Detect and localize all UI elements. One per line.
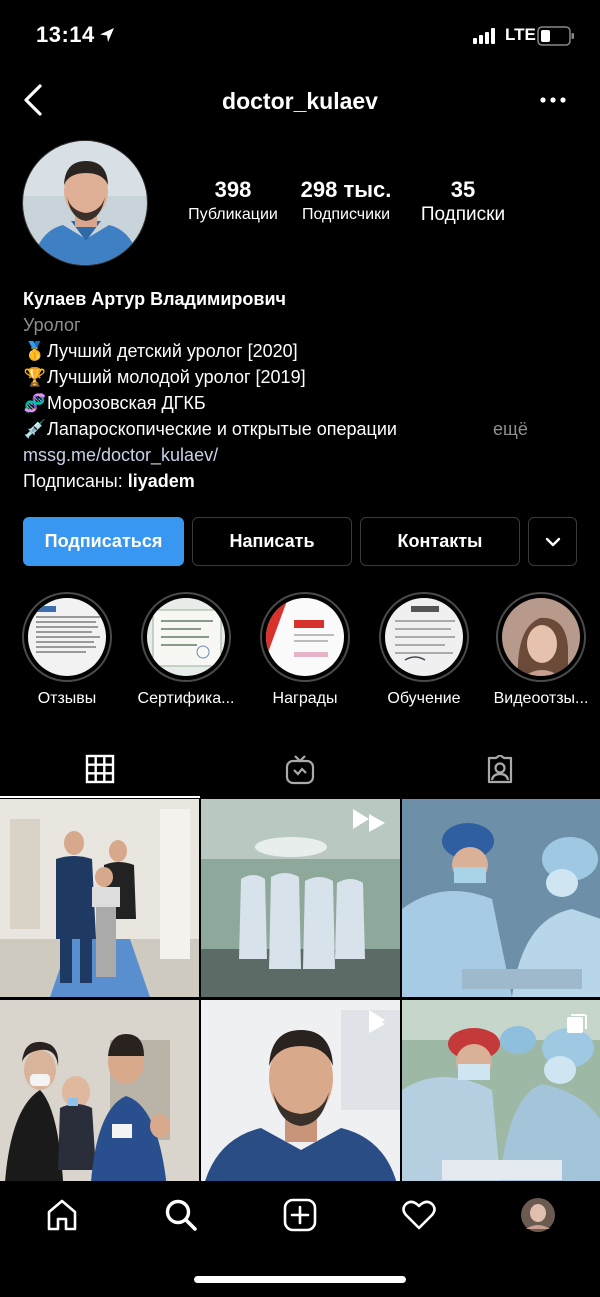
bio-line-text: Лучший детский уролог [2020] [47,341,298,361]
medal-emoji-icon: 🥇 [23,341,47,361]
nav-activity[interactable] [399,1195,439,1235]
status-bar: 13:14 LTE [0,0,600,70]
bio-line-text: Морозовская ДГКБ [47,393,206,413]
nav-profile[interactable] [518,1195,558,1235]
grid-icon [85,754,115,784]
stat-posts-count: 398 [214,177,252,202]
stat-followers-label: Подписчики [301,206,390,223]
heart-icon [402,1200,436,1230]
highlight-video-reviews[interactable]: Видеоотзы... [486,592,596,708]
suggested-dropdown-button[interactable] [528,517,577,566]
nav-home[interactable] [42,1195,82,1235]
highlight-reviews[interactable]: Отзывы [12,592,122,708]
tab-igtv[interactable] [200,742,400,798]
profile-bio: Кулаев Артур Владимирович Уролог 🥇Лучший… [23,286,583,494]
syringe-emoji-icon: 💉 [23,419,47,439]
post-thumbnail[interactable] [201,799,400,997]
carousel-icon [567,1014,587,1033]
bio-line: 🥇Лучший детский уролог [2020] [23,338,583,364]
stat-following[interactable]: 35 Подписки [408,176,518,226]
battery-icon [537,26,574,46]
more-options-icon[interactable] [538,92,568,108]
stat-followers[interactable]: 298 тыс. Подписчики [288,176,404,226]
followed-by[interactable]: Подписаны: liyadem [23,468,583,494]
bio-more-link[interactable]: ещё [493,416,528,442]
dna-emoji-icon: 🧬 [23,393,47,413]
bio-line: 💉Лапароскопические и открытые операции ещ… [23,416,583,442]
post-thumbnail[interactable] [0,799,199,997]
home-icon [47,1199,77,1231]
nav-search[interactable] [161,1195,201,1235]
bio-line-text: Лапароскопические и открытые операции [47,419,397,439]
highlight-awards[interactable]: Награды [250,592,360,708]
highlight-label: Отзывы [37,690,97,707]
stat-posts[interactable]: 398 Публикации [170,176,296,226]
highlight-cover [496,592,586,682]
location-arrow-icon [100,28,114,42]
nav-new-post[interactable] [280,1195,320,1235]
signal-icon [473,28,495,44]
bio-line: 🧬Морозовская ДГКБ [23,390,583,416]
profile-avatar-icon [521,1198,555,1232]
profile-stats: 398 Публикации 298 тыс. Подписчики 35 По… [170,176,520,236]
profile-tabs [0,742,600,798]
igtv-icon [285,755,315,785]
stat-followers-count: 298 тыс. [300,177,392,202]
post-thumbnail[interactable] [0,1000,199,1198]
highlight-education[interactable]: Обучение [369,592,479,708]
highlight-cover [141,592,231,682]
search-icon [165,1199,197,1231]
follow-button[interactable]: Подписаться [23,517,184,566]
stat-posts-label: Публикации [188,206,278,223]
followed-by-prefix: Подписаны: [23,471,128,491]
highlight-cover [22,592,112,682]
status-time: 13:14 [36,22,95,47]
profile-username: doctor_kulaev [222,88,378,114]
post-thumbnail[interactable] [402,799,600,997]
network-type: LTE [505,25,536,44]
post-thumbnail[interactable] [402,1000,600,1198]
video-icon [369,1015,385,1033]
add-post-icon [283,1198,317,1232]
followed-by-user: liyadem [127,471,195,491]
message-button[interactable]: Написать [192,517,352,566]
tab-grid[interactable] [0,742,200,798]
bio-website-link[interactable]: mssg.me/doctor_kulaev/ [23,442,583,468]
highlight-label: Награды [272,690,338,707]
stat-following-count: 35 [450,177,476,202]
highlight-cover [260,592,350,682]
highlight-label: Сертифика... [137,690,235,707]
profile-header: doctor_kulaev [0,70,600,134]
chevron-down-icon [545,537,560,546]
bio-line: 🏆Лучший молодой уролог [2019] [23,364,583,390]
post-thumbnail[interactable] [201,1000,400,1198]
home-indicator[interactable] [194,1276,406,1283]
stat-following-label: Подписки [420,204,506,225]
highlight-label: Обучение [387,690,461,707]
highlight-cover [379,592,469,682]
trophy-emoji-icon: 🏆 [23,367,47,387]
profile-avatar[interactable] [22,140,148,266]
tab-tagged[interactable] [400,742,600,798]
contacts-button[interactable]: Контакты [360,517,520,566]
profile-full-name: Кулаев Артур Владимирович [23,289,286,309]
tagged-user-icon [487,755,513,784]
bio-line-text: Лучший молодой уролог [2019] [47,367,306,387]
highlight-label: Видеоотзы... [493,690,589,707]
highlight-certificates[interactable]: Сертифика... [131,592,241,708]
posts-grid [0,799,600,1198]
profile-category: Уролог [23,315,81,335]
bottom-navigation [0,1181,600,1251]
video-icon [369,814,385,832]
